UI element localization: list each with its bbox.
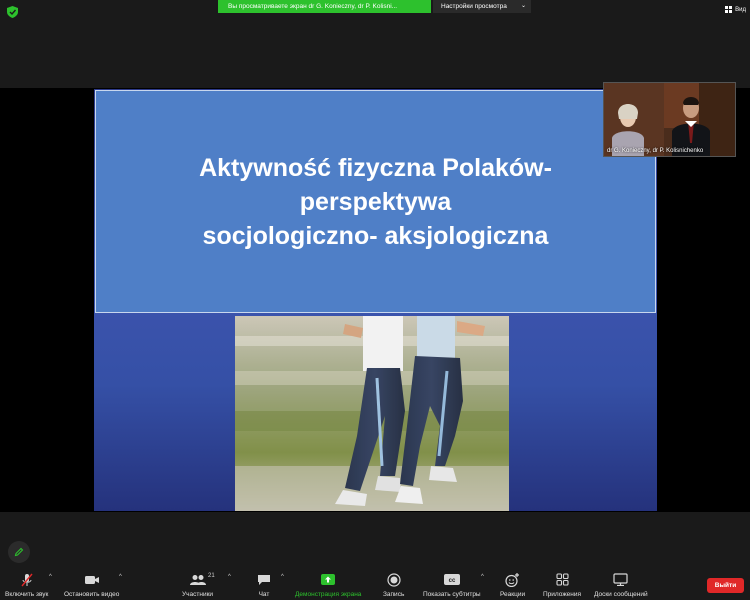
video-options-caret[interactable]: ^ [119,574,122,580]
pencil-icon [14,547,24,557]
record-icon [387,572,401,587]
svg-text:cc: cc [448,578,455,584]
grid-view-icon [725,6,733,13]
video-camera-icon [84,572,100,587]
view-button[interactable]: Вид [725,6,746,13]
reactions-button[interactable]: Реакции [500,572,525,598]
running-people-photo [235,316,509,511]
leave-meeting-button[interactable]: Выйти [707,578,744,593]
share-screen-icon [321,572,336,587]
slide-title-line: Aktywność fizyczna Polaków- [199,153,552,182]
participant-name-label: dr G. Konieczny, dr P. Kolisnichenko [607,148,704,154]
stop-video-button[interactable]: Остановить видео [64,572,119,598]
mute-label: Включить звук [5,591,49,598]
slide-title-line: perspektywa [299,187,452,216]
apps-button[interactable]: Приложения [543,572,581,598]
whiteboards-button[interactable]: Доски сообщений [594,572,648,598]
apps-label: Приложения [543,591,582,598]
slide-title-box: Aktywność fizyczna Polaków- perspektywa … [95,90,656,313]
share-screen-button[interactable]: Демонстрация экрана [295,572,361,598]
cc-icon: cc [443,572,460,587]
participants-count: 21 [208,573,215,579]
chat-label: Чат [258,591,270,598]
slide-title-line: socjologiczno- aksjologiczna [202,221,549,250]
zoom-meeting-window: Вы просматриваете экран dr G. Konieczny,… [0,0,750,600]
participant-video [604,83,735,156]
view-options-button[interactable]: Настройки просмотра ⌄ [433,0,531,13]
participants-icon [189,572,206,587]
participants-label: Участники [182,591,214,598]
chat-bubble-icon [257,572,271,587]
presentation-slide: Aktywność fizyczna Polaków- perspektywa … [94,89,657,511]
reactions-label: Реакции [500,591,526,598]
subtitles-options-caret[interactable]: ^ [481,574,484,580]
annotate-button[interactable] [8,541,30,563]
shield-icon[interactable] [7,6,18,18]
chevron-down-icon: ⌄ [520,3,526,9]
view-label: Вид [735,6,746,13]
whiteboards-label: Доски сообщений [594,591,648,598]
view-options-label: Настройки просмотра [441,3,507,10]
chat-button[interactable]: Чат [257,572,271,598]
apps-icon [555,572,569,587]
meeting-toolbar: Включить звук ^ Остановить видео ^ Участ… [0,570,750,600]
top-bar: Вы просматриваете экран dr G. Konieczny,… [0,0,750,88]
share-screen-label: Демонстрация экрана [295,591,362,598]
record-label: Запись [383,591,405,598]
participant-video-thumbnail[interactable]: dr G. Konieczny, dr P. Kolisnichenko [603,82,736,157]
share-status-banner: Вы просматриваете экран dr G. Konieczny,… [218,0,431,13]
show-subtitles-label: Показать субтитры [423,591,481,598]
mute-button[interactable]: Включить звук [5,572,48,598]
record-button[interactable]: Запись [383,572,404,598]
microphone-muted-icon [20,572,34,587]
chat-options-caret[interactable]: ^ [281,574,284,580]
slide-title: Aktywność fizyczna Polaków- perspektywa … [199,151,552,253]
participants-options-caret[interactable]: ^ [228,574,231,580]
show-subtitles-button[interactable]: cc Показать субтитры [423,572,481,598]
reaction-emoji-icon [505,572,520,587]
mute-options-caret[interactable]: ^ [49,574,52,580]
whiteboard-icon [613,572,628,587]
stop-video-label: Остановить видео [64,591,120,598]
